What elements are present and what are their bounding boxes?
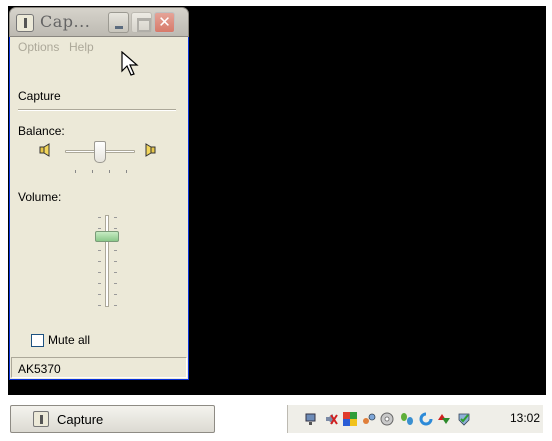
- menu-options[interactable]: Options: [18, 40, 59, 54]
- volume-tick: [98, 228, 101, 229]
- volume-tick: [114, 305, 117, 306]
- menu-bar: Options Help: [10, 37, 188, 57]
- device-label: Capture: [18, 89, 61, 103]
- balance-tick: [92, 170, 93, 173]
- update-icon[interactable]: [437, 412, 451, 426]
- mouse-cursor-icon: [121, 51, 139, 76]
- volume-app-icon: [16, 14, 34, 32]
- volume-tick: [98, 272, 101, 273]
- balance-tick: [109, 170, 110, 173]
- network-icon[interactable]: [304, 412, 318, 426]
- speaker-left-icon: [39, 143, 50, 157]
- color-blocks-icon[interactable]: [343, 412, 357, 426]
- title-bar[interactable]: Cap... ✕: [9, 7, 189, 37]
- volume-tick: [98, 305, 101, 306]
- taskbar: Capture 13:02: [0, 397, 552, 441]
- volume-app-icon: [33, 411, 49, 427]
- system-tray: 13:02: [287, 405, 543, 433]
- volume-tick: [98, 283, 101, 284]
- refresh-icon[interactable]: [419, 412, 433, 426]
- status-bar: AK5370: [11, 357, 187, 378]
- menu-help[interactable]: Help: [69, 40, 94, 54]
- balance-label: Balance:: [18, 124, 65, 138]
- network-share-icon[interactable]: [362, 412, 376, 426]
- volume-tick: [114, 294, 117, 295]
- maximize-button[interactable]: [131, 12, 152, 33]
- volume-muted-icon[interactable]: [324, 412, 338, 426]
- disc-icon[interactable]: [380, 412, 394, 426]
- mute-checkbox[interactable]: [31, 334, 44, 347]
- window-title: Cap...: [40, 12, 91, 31]
- volume-tick: [114, 250, 117, 251]
- taskbar-button-capture[interactable]: Capture: [10, 405, 215, 433]
- volume-tick: [98, 294, 101, 295]
- volume-tick: [98, 217, 101, 218]
- butterfly-icon[interactable]: [400, 412, 414, 426]
- minimize-button[interactable]: [108, 12, 129, 33]
- volume-track: [105, 215, 109, 307]
- volume-slider[interactable]: [95, 231, 119, 243]
- speaker-right-icon: [145, 143, 156, 157]
- volume-control-window: Cap... ✕ Options Help Capture Balance: V…: [9, 7, 189, 380]
- volume-tick: [114, 261, 117, 262]
- balance-tick: [75, 170, 76, 173]
- balance-slider[interactable]: [94, 141, 106, 163]
- separator: [18, 109, 176, 111]
- close-button[interactable]: ✕: [154, 12, 175, 33]
- volume-tick: [114, 217, 117, 218]
- volume-tick: [114, 228, 117, 229]
- status-device-name: AK5370: [18, 362, 61, 376]
- close-icon: ✕: [158, 13, 171, 31]
- clock[interactable]: 13:02: [510, 411, 540, 425]
- volume-tick: [114, 272, 117, 273]
- balance-tick: [126, 170, 127, 173]
- volume-tick: [114, 283, 117, 284]
- volume-label: Volume:: [18, 190, 62, 204]
- volume-tick: [98, 250, 101, 251]
- volume-tick: [98, 261, 101, 262]
- taskbar-button-label: Capture: [57, 412, 104, 427]
- mute-label[interactable]: Mute all: [48, 333, 90, 347]
- antivirus-icon[interactable]: [457, 412, 471, 426]
